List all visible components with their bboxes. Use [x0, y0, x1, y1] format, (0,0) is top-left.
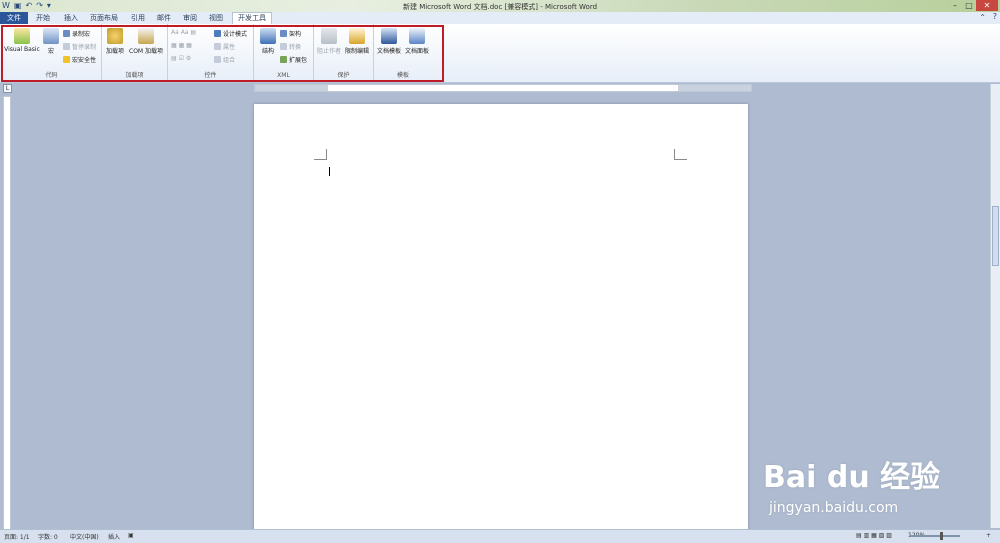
maximize-icon[interactable]: □	[962, 0, 976, 11]
legacy-control-buttons[interactable]: ▤ ☑ ⚙	[171, 55, 191, 62]
group-code-label: 代码	[45, 72, 58, 79]
crop-mark-right	[674, 149, 687, 160]
record-macro-icon	[63, 30, 70, 37]
design-mode-icon	[214, 30, 221, 37]
restrict-editing-icon	[349, 28, 365, 44]
properties-button[interactable]: 属性	[214, 42, 235, 51]
group-protect: 阻止作者 限制编辑 保护	[314, 24, 374, 81]
document-template-icon	[381, 28, 397, 44]
tab-file[interactable]: 文件	[0, 12, 28, 24]
structure-button[interactable]: 结构	[257, 28, 279, 55]
document-page[interactable]	[254, 104, 748, 530]
group-protect-label: 保护	[337, 72, 350, 79]
design-mode-button[interactable]: 设计模式	[214, 29, 247, 38]
horizontal-ruler[interactable]	[254, 84, 752, 92]
help-icon[interactable]: ?	[993, 12, 997, 21]
block-authors-icon	[321, 28, 337, 44]
group-templates: 文档模板 文档面板 模板	[374, 24, 432, 81]
macros-button[interactable]: 宏	[42, 28, 60, 55]
schema-button[interactable]: 架构	[280, 29, 301, 38]
status-mode[interactable]: 插入	[108, 532, 120, 541]
zoom-in-icon[interactable]: +	[986, 532, 991, 539]
watermark-url: jingyan.baidu.com	[769, 500, 899, 516]
group-addins: 加载项 COM 加载项 加载项	[102, 24, 168, 81]
com-addins-button[interactable]: COM 加载项	[126, 28, 166, 55]
expansion-pack-icon	[280, 56, 287, 63]
restrict-editing-button[interactable]: 限制编辑	[343, 28, 371, 55]
structure-icon	[260, 28, 276, 44]
list-control-buttons[interactable]: ▦ ▦ ▦	[171, 42, 192, 49]
zoom-slider[interactable]	[910, 532, 960, 540]
window-controls: – □ ✕	[948, 0, 998, 11]
close-icon[interactable]: ✕	[976, 0, 998, 11]
macro-record-icon[interactable]: ▣	[128, 532, 134, 539]
vertical-ruler[interactable]	[3, 96, 11, 540]
macros-icon	[43, 28, 59, 44]
group-controls: Aa Aa ▤ ▦ ▦ ▦ ▤ ☑ ⚙ 设计模式 属性 组合 控件	[168, 24, 254, 81]
vertical-scrollbar[interactable]	[990, 84, 1000, 528]
status-words[interactable]: 字数: 0	[38, 532, 58, 541]
tab-mailings[interactable]: 邮件	[152, 13, 176, 24]
minimize-ribbon-icon[interactable]: ⌃	[979, 13, 986, 22]
addins-button[interactable]: 加载项	[104, 28, 126, 55]
tab-references[interactable]: 引用	[126, 13, 150, 24]
group-xml-label: XML	[277, 72, 290, 79]
block-authors-button[interactable]: 阻止作者	[316, 28, 342, 55]
document-template-button[interactable]: 文档模板	[375, 28, 403, 55]
title-bar: W ▣ ↶ ↷ ▾ 新建 Microsoft Word 文档.doc [兼容模式…	[0, 0, 1000, 12]
group-icon	[214, 56, 221, 63]
record-macro-button[interactable]: 录制宏	[63, 29, 90, 38]
transform-icon	[280, 43, 287, 50]
crop-mark-left	[314, 149, 327, 160]
group-code: Visual Basic 宏 录制宏 暂停录制 宏安全性 代码	[2, 24, 102, 81]
tab-home[interactable]: 开始	[30, 13, 56, 24]
visual-basic-button[interactable]: Visual Basic	[4, 28, 40, 53]
tab-page-layout[interactable]: 页面布局	[86, 13, 122, 24]
group-templates-label: 模板	[396, 72, 409, 79]
document-panel-button[interactable]: 文档面板	[403, 28, 431, 55]
zoom-slider-knob[interactable]	[940, 532, 943, 540]
status-bar: 页面: 1/1 字数: 0 中文(中国) 插入 ▣ ▤ ▥ ▦ ▧ ▨ 120%…	[0, 529, 1000, 543]
document-panel-icon	[409, 28, 425, 44]
addins-icon	[107, 28, 123, 44]
text-control-buttons[interactable]: Aa Aa ▤	[171, 29, 196, 36]
transform-button[interactable]: 转换	[280, 42, 301, 51]
watermark-brand: Bai du 经验	[763, 460, 941, 495]
baidu-watermark: Bai du 经验 jingyan.baidu.com	[763, 440, 953, 525]
expansion-pack-button[interactable]: 扩展包	[280, 55, 307, 64]
view-buttons[interactable]: ▤ ▥ ▦ ▧ ▨	[856, 532, 892, 539]
ribbon-tabs: 文件 开始 插入 页面布局 引用 邮件 审阅 视图 开发工具 ⌃ ?	[0, 12, 1000, 25]
minimize-icon[interactable]: –	[948, 0, 962, 11]
ribbon: Visual Basic 宏 录制宏 暂停录制 宏安全性 代码 加载项 COM …	[0, 24, 1000, 83]
scrollbar-thumb[interactable]	[992, 206, 999, 266]
text-cursor	[329, 167, 330, 176]
group-xml: 结构 架构 转换 扩展包 XML	[254, 24, 314, 81]
tab-selector[interactable]: L	[3, 84, 12, 93]
status-language[interactable]: 中文(中国)	[70, 532, 99, 541]
warning-icon	[63, 56, 70, 63]
pause-icon	[63, 43, 70, 50]
group-controls-label: 控件	[204, 72, 217, 79]
group-button[interactable]: 组合	[214, 55, 235, 64]
window-title: 新建 Microsoft Word 文档.doc [兼容模式] - Micros…	[402, 3, 598, 11]
pause-recording-button[interactable]: 暂停录制	[63, 42, 96, 51]
group-addins-label: 加载项	[125, 72, 144, 79]
com-addins-icon	[138, 28, 154, 44]
properties-icon	[214, 43, 221, 50]
status-page[interactable]: 页面: 1/1	[4, 532, 30, 541]
macro-security-button[interactable]: 宏安全性	[63, 55, 96, 64]
tab-view[interactable]: 视图	[204, 13, 228, 24]
visual-basic-icon	[14, 28, 30, 44]
tab-review[interactable]: 审阅	[178, 13, 202, 24]
schema-icon	[280, 30, 287, 37]
tab-insert[interactable]: 插入	[58, 13, 84, 24]
